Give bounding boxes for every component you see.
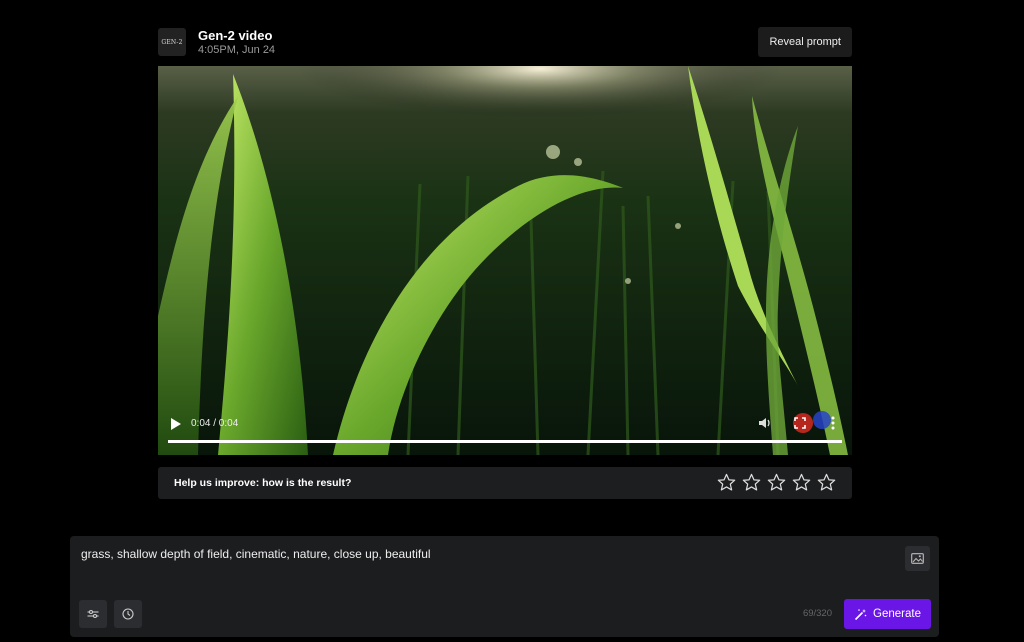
video-progress-fill xyxy=(168,440,842,443)
reveal-prompt-button[interactable]: Reveal prompt xyxy=(758,27,852,57)
feedback-bar: Help us improve: how is the result? xyxy=(158,467,852,499)
star-icon[interactable] xyxy=(717,473,736,492)
magic-wand-icon xyxy=(854,608,867,620)
star-rating xyxy=(717,473,836,492)
generate-button[interactable]: Generate xyxy=(844,599,931,629)
fullscreen-icon[interactable] xyxy=(794,417,806,429)
history-button[interactable] xyxy=(114,600,142,628)
prompt-panel: grass, shallow depth of field, cinematic… xyxy=(70,536,939,637)
prompt-input[interactable]: grass, shallow depth of field, cinematic… xyxy=(81,547,431,561)
image-icon xyxy=(911,553,924,564)
image-upload-button[interactable] xyxy=(905,546,930,571)
feedback-question: Help us improve: how is the result? xyxy=(174,477,352,489)
sliders-icon xyxy=(87,609,99,619)
video-controls: 0:04 / 0:04 xyxy=(158,395,852,455)
video-time: 0:04 / 0:04 xyxy=(191,418,239,429)
video-title: Gen-2 video xyxy=(198,28,273,43)
star-icon[interactable] xyxy=(792,473,811,492)
video-header: GEN-2 Gen-2 video 4:05PM, Jun 24 Reveal … xyxy=(158,27,852,59)
gen2-logo: GEN-2 xyxy=(158,28,186,56)
video-player[interactable]: 0:04 / 0:04 xyxy=(158,66,852,455)
video-progress-bar[interactable] xyxy=(168,440,842,443)
settings-button[interactable] xyxy=(79,600,107,628)
star-icon[interactable] xyxy=(742,473,761,492)
generate-label: Generate xyxy=(873,608,921,620)
clock-icon xyxy=(122,608,134,620)
video-timestamp: 4:05PM, Jun 24 xyxy=(198,44,276,56)
play-icon[interactable] xyxy=(170,417,182,431)
star-icon[interactable] xyxy=(767,473,786,492)
volume-icon[interactable] xyxy=(758,416,772,430)
star-icon[interactable] xyxy=(817,473,836,492)
character-counter: 69/320 xyxy=(802,608,832,619)
more-options-icon[interactable] xyxy=(830,415,836,431)
